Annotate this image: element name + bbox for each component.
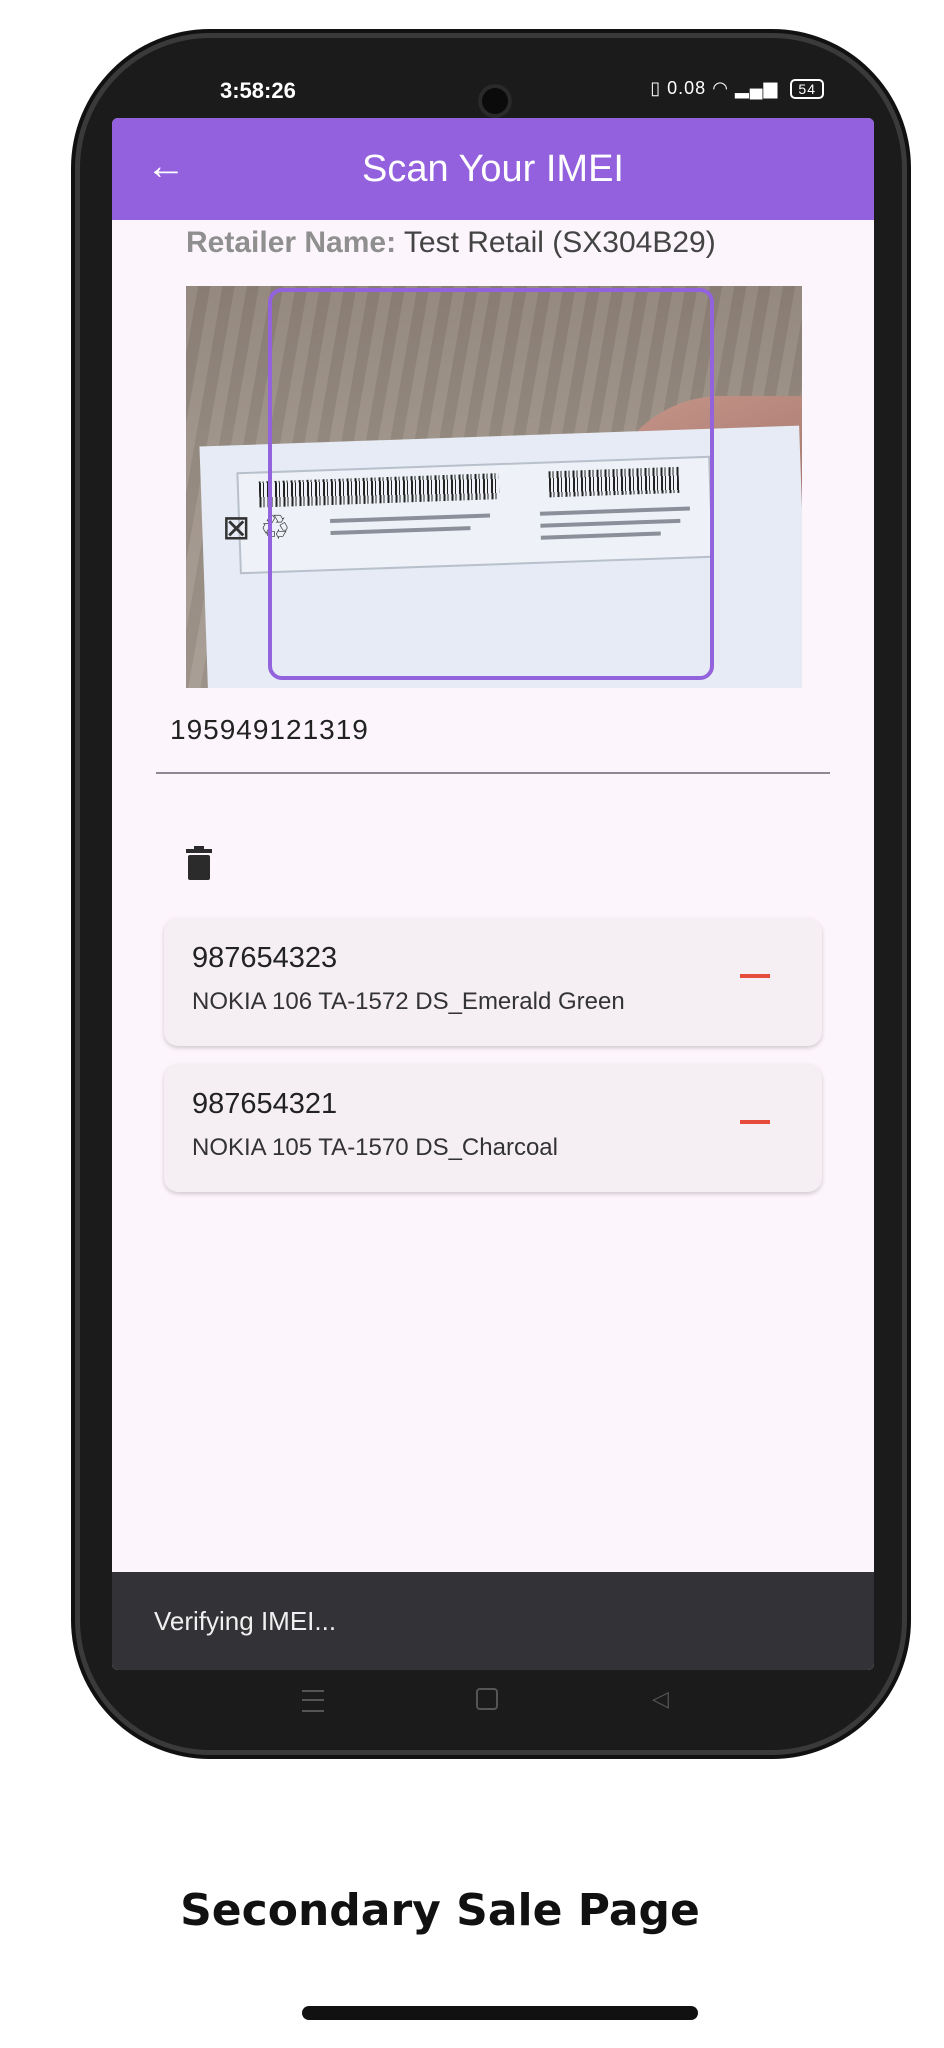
net-speed: 0.08 (667, 78, 707, 98)
status-time: 3:58:26 (220, 78, 296, 103)
page-title: Scan Your IMEI (362, 148, 624, 190)
imei-input[interactable]: 195949121319 (170, 714, 369, 746)
status-indicators: ▯ 0.08 ◠ ▂▄▆ 54 (650, 78, 824, 99)
system-nav-bar: ◁ (112, 1670, 874, 1730)
app-screen: ← Scan Your IMEI Retailer Name: Test Ret… (112, 118, 874, 1670)
front-camera (478, 84, 512, 118)
retailer-info: Retailer Name: Test Retail (SX304B29) (186, 226, 716, 260)
input-underline (156, 772, 830, 774)
snackbar: Verifying IMEI... (112, 1572, 874, 1670)
remove-icon[interactable] (740, 974, 770, 978)
recent-apps-icon[interactable] (302, 1690, 324, 1712)
home-indicator[interactable] (302, 2006, 698, 2020)
retailer-value: Test Retail (SX304B29) (403, 226, 716, 259)
scan-finder-frame (268, 288, 714, 680)
item-imei: 987654323 (192, 942, 338, 974)
page-caption: Secondary Sale Page (180, 1885, 700, 1936)
status-bar: 3:58:26 ▯ 0.08 ◠ ▂▄▆ 54 (112, 62, 874, 122)
app-bar: ← Scan Your IMEI (112, 118, 874, 220)
item-imei: 987654321 (192, 1088, 338, 1120)
battery-icon: 54 (790, 79, 824, 99)
remove-icon[interactable] (740, 1120, 770, 1124)
retailer-label: Retailer Name: (186, 226, 397, 259)
item-product: NOKIA 106 TA-1572 DS_Emerald Green (192, 988, 625, 1015)
home-icon[interactable] (476, 1688, 498, 1710)
camera-preview[interactable]: ⊠ ♲ (186, 286, 802, 688)
snackbar-message: Verifying IMEI... (154, 1606, 337, 1636)
vibrate-icon: ▯ (650, 78, 662, 98)
signal-icon: ▂▄▆ (734, 78, 779, 98)
wifi-icon: ◠ (712, 78, 729, 98)
trash-icon[interactable] (186, 846, 212, 880)
list-item: 987654323 NOKIA 106 TA-1572 DS_Emerald G… (164, 918, 822, 1046)
back-triangle-icon[interactable]: ◁ (652, 1686, 669, 1712)
item-product: NOKIA 105 TA-1570 DS_Charcoal (192, 1134, 558, 1161)
list-item: 987654321 NOKIA 105 TA-1570 DS_Charcoal (164, 1064, 822, 1192)
